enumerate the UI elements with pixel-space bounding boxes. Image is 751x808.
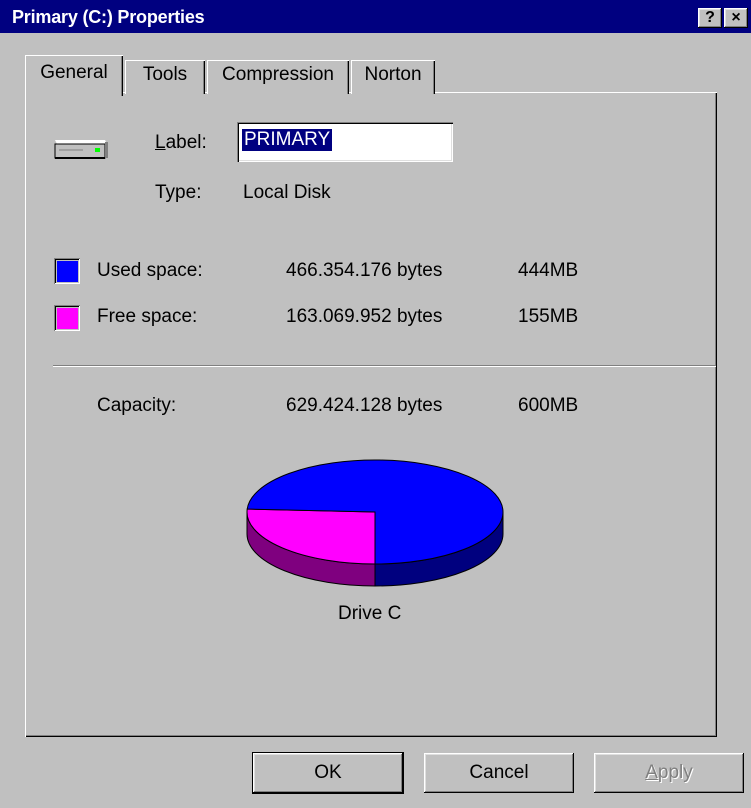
capacity-bytes: 629.424.128 bytes [286, 395, 443, 416]
free-space-swatch [54, 305, 80, 331]
window-title: Primary (C:) Properties [12, 7, 205, 27]
used-space-caption: Used space: [97, 260, 203, 281]
drive-caption: Drive C [338, 603, 402, 624]
help-button[interactable]: ? [698, 8, 722, 28]
capacity-caption: Capacity: [97, 395, 177, 416]
tab-norton[interactable]: Norton [351, 60, 435, 94]
separator-highlight [53, 366, 716, 367]
used-space-swatch [54, 258, 80, 284]
tab-tools[interactable]: Tools [125, 60, 205, 94]
label-input-value: PRIMARY [242, 129, 333, 151]
tab-label: General [40, 62, 108, 83]
free-space-bytes: 163.069.952 bytes [286, 306, 443, 327]
label-input[interactable]: PRIMARY [237, 122, 453, 162]
tab-label: Norton [364, 64, 422, 85]
tab-label: Tools [142, 64, 188, 85]
tab-compression[interactable]: Compression [207, 60, 349, 94]
type-value: Local Disk [243, 182, 331, 203]
close-button[interactable]: × [724, 8, 748, 28]
tab-label: Compression [222, 64, 334, 85]
free-space-size: 155MB [518, 306, 579, 327]
type-caption: Type: [155, 182, 202, 203]
ok-button[interactable]: OK [253, 753, 403, 793]
capacity-size: 600MB [518, 395, 579, 416]
hard-drive-icon [53, 136, 109, 162]
free-space-caption: Free space: [97, 306, 198, 327]
used-space-size: 444MB [518, 260, 579, 281]
cancel-button[interactable]: Cancel [424, 753, 574, 793]
disk-usage-pie-chart [246, 459, 504, 587]
title-bar: Primary (C:) Properties ? × [0, 0, 751, 33]
label-caption: Label: [155, 132, 207, 153]
used-space-bytes: 466.354.176 bytes [286, 260, 443, 281]
tab-general[interactable]: General [25, 55, 123, 96]
apply-button[interactable]: Apply [594, 753, 744, 793]
